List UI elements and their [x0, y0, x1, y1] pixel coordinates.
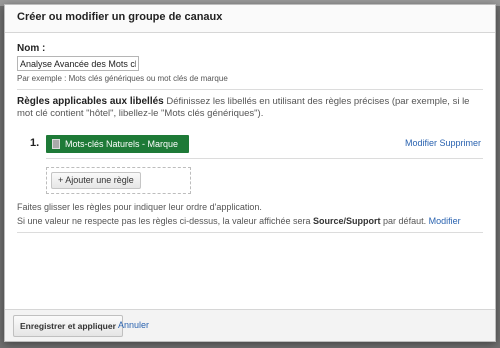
rules-description: Règles applicables aux libellés Définiss… — [17, 96, 483, 120]
dialog-body: Nom : Par exemple : Mots clés génériques… — [5, 33, 495, 233]
cancel-link[interactable]: Annuler — [118, 320, 149, 330]
rule-actions: Modifier Supprimer — [405, 138, 481, 148]
dialog-footer: Enregistrer et appliquer Annuler — [5, 309, 495, 341]
rules-heading: Règles applicables aux libellés — [17, 96, 164, 107]
dialog-header: Créer ou modifier un groupe de canaux — [5, 5, 495, 33]
edit-rule-link[interactable]: Modifier — [405, 138, 437, 148]
default-value: Source/Support — [313, 216, 381, 226]
rule-number: 1. — [30, 137, 40, 149]
name-label: Nom : — [17, 43, 46, 54]
modify-default-link[interactable]: Modifier — [429, 216, 461, 226]
default-value-suffix: par défaut. — [383, 216, 427, 226]
drag-handle-icon[interactable] — [52, 139, 60, 149]
info-divider — [17, 232, 483, 233]
rule-divider — [46, 158, 483, 159]
rule-chip[interactable]: Mots-clés Naturels - Marque — [46, 135, 189, 153]
channel-group-dialog: Créer ou modifier un groupe de canaux No… — [4, 4, 496, 342]
add-rule-button[interactable]: + Ajouter une règle — [51, 172, 141, 189]
name-input[interactable] — [17, 56, 139, 71]
default-value-prefix: Si une valeur ne respecte pas les règles… — [17, 216, 311, 226]
rule-row[interactable]: 1. Mots-clés Naturels - Marque Modifier … — [17, 134, 483, 154]
drag-instruction: Faites glisser les règles pour indiquer … — [17, 202, 262, 212]
default-value-line: Si une valeur ne respecte pas les règles… — [17, 214, 483, 228]
save-apply-button[interactable]: Enregistrer et appliquer — [13, 315, 123, 337]
add-rule-dropzone: + Ajouter une règle — [46, 167, 191, 194]
section-divider — [17, 89, 483, 90]
rule-label: Mots-clés Naturels - Marque — [65, 139, 179, 149]
name-hint: Par exemple : Mots clés génériques ou mo… — [17, 74, 228, 83]
delete-rule-link[interactable]: Supprimer — [439, 138, 481, 148]
info-text: Faites glisser les règles pour indiquer … — [17, 200, 483, 228]
dialog-title: Créer ou modifier un groupe de canaux — [17, 11, 223, 23]
